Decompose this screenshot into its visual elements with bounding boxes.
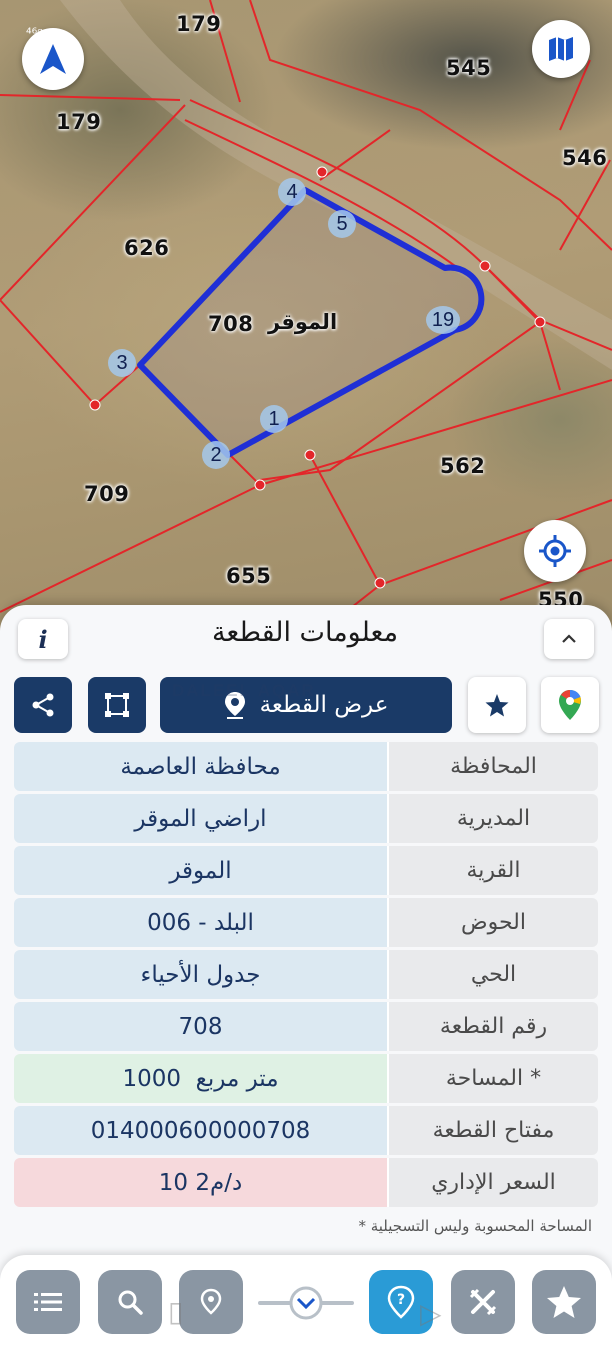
lot-label-709: 709 [84,482,130,506]
map-icon [549,37,573,61]
search-button[interactable] [98,1270,162,1334]
row-governorate: محافظة العاصمة المحافظة [14,742,598,791]
system-nav-icon[interactable]: ▷ [420,1297,442,1330]
row-area: 1000 متر مربع المساحة * [14,1054,598,1103]
plot-number-label: رقم القطعة [389,1002,598,1051]
list-button[interactable] [16,1270,80,1334]
my-location-button[interactable] [524,520,586,582]
pin-outline-icon [200,1288,222,1315]
panel-header: i معلومات القطعة [0,605,612,671]
vertex-marker[interactable]: 19 [426,306,460,334]
favorite-button[interactable] [468,677,526,733]
admin-price-label: السعر الإداري [389,1158,598,1207]
row-district: جدول الأحياء الحي [14,950,598,999]
row-directorate: اراضي الموقر المديرية [14,794,598,843]
show-plot-button[interactable]: عرض القطعة [160,677,452,733]
area-value: 1000 متر مربع [14,1054,389,1103]
list-icon [34,1293,62,1311]
row-plot-key: 014000600000708 مفتاح القطعة [14,1106,598,1155]
row-plot-number: 708 رقم القطعة [14,1002,598,1051]
polygon-button[interactable] [88,677,146,733]
panel-title: معلومات القطعة [211,617,399,648]
system-back-icon[interactable]: ▯ [168,1295,183,1328]
drag-handle[interactable] [258,1285,354,1321]
plot-number-value: 708 [14,1002,389,1051]
lot-label-545: 545 [446,56,492,80]
vertex-marker[interactable]: 1 [260,405,288,433]
vertex-marker[interactable]: 4 [278,178,306,206]
lot-label-562: 562 [440,454,486,478]
bottom-toolbar: ? ▯ ▷ [0,1255,612,1350]
action-buttons: عرض القطعة DALEEL AQAR [0,677,612,733]
area-label-cell: المساحة * [389,1054,598,1103]
governorate-label: المحافظة [389,742,598,791]
lot-label-626: 626 [124,236,170,260]
area-footnote: * المساحة المحسوبة وليس التسجيلية [358,1217,592,1235]
svg-text:?: ? [397,1292,405,1308]
basin-value: البلد - 006 [14,898,389,947]
row-admin-price: 10 د/م2 السعر الإداري [14,1158,598,1207]
row-basin: البلد - 006 الحوض [14,898,598,947]
basin-label: الحوض [389,898,598,947]
map-view[interactable]: ⁴⁶ᵍ 179 179 545 546 626 708 الموقر 709 5… [0,0,612,640]
saved-locations-button[interactable] [179,1270,243,1334]
search-icon [118,1290,143,1315]
map-layers-button[interactable] [532,20,590,78]
lot-label-546: 546 [562,146,608,170]
lot-label-708: 708 [208,312,254,336]
share-button[interactable] [14,677,72,733]
district-value: جدول الأحياء [14,950,389,999]
info-button[interactable]: i [18,619,68,659]
help-pin-icon: ? [387,1285,415,1319]
directorate-label: المديرية [389,794,598,843]
area-label: الموقر [268,310,338,334]
tools-button[interactable] [451,1270,515,1334]
vertex-marker[interactable]: 3 [108,349,136,377]
star-icon [547,1286,581,1318]
google-maps-icon [559,690,581,720]
collapse-button[interactable] [544,619,594,659]
village-value: الموقر [14,846,389,895]
north-arrow-icon [40,44,66,74]
plot-info-table: محافظة العاصمة المحافظة اراضي الموقر الم… [14,742,598,1210]
show-plot-label: عرض القطعة [259,692,389,718]
vertex-marker[interactable]: 2 [202,441,230,469]
lot-label-179: 179 [176,12,222,36]
crosshair-icon [539,535,571,567]
plot-info-panel: i معلومات القطعة عرض القطعة DALEEL AQAR … [0,605,612,1350]
polygon-icon [105,693,129,717]
lot-label-655: 655 [226,564,272,588]
compass-button[interactable] [22,28,84,90]
google-maps-button[interactable] [541,677,599,733]
plot-key-label: مفتاح القطعة [389,1106,598,1155]
favorites-button[interactable] [532,1270,596,1334]
location-pin-icon [224,692,245,719]
share-icon [32,693,54,717]
village-label: القرية [389,846,598,895]
governorate-value: محافظة العاصمة [14,742,389,791]
lot-label-179: 179 [56,110,102,134]
tools-icon [469,1288,497,1316]
district-label: الحي [389,950,598,999]
star-icon [485,694,509,717]
admin-price-value: 10 د/م2 [14,1158,389,1207]
chevron-up-icon [562,634,576,643]
directorate-value: اراضي الموقر [14,794,389,843]
row-village: الموقر القرية [14,846,598,895]
vertex-marker[interactable]: 5 [328,210,356,238]
plot-key-value: 014000600000708 [14,1106,389,1155]
